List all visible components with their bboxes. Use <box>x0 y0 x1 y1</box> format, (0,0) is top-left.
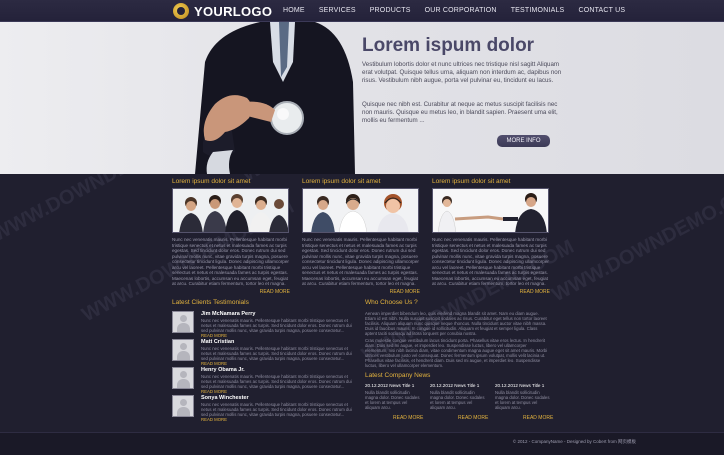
top-nav-bar: YOURLOGO HOME SERVICES PRODUCTS OUR CORP… <box>0 0 724 22</box>
feature-title: Lorem ipsum dolor sit amet <box>432 178 511 185</box>
hero-paragraph-2: Quisque nec nibh est. Curabitur at neque… <box>362 101 558 124</box>
feature-column-3: Lorem ipsum dolor sit amet Nunc nec vene… <box>432 178 550 295</box>
main-nav: HOME SERVICES PRODUCTS OUR CORPORATION T… <box>283 7 639 14</box>
read-more-link[interactable]: READ MORE <box>523 415 553 421</box>
avatar <box>172 339 194 361</box>
hero-banner: Lorem ispum dolor Vestibulum lobortis do… <box>0 22 724 174</box>
nav-home[interactable]: HOME <box>283 7 305 14</box>
testimonial-name: Sonya Winchester <box>201 395 249 401</box>
testimonial-text: Nunc nec venenatis mauris. Pellentesque … <box>201 402 352 422</box>
hero-title: Lorem ispum dolor <box>362 35 535 56</box>
testimonial-text: Nunc nec venenatis mauris. Pellentesque … <box>201 318 352 338</box>
avatar <box>172 367 194 389</box>
feature-title: Lorem ipsum dolor sit amet <box>302 178 381 185</box>
read-more-link[interactable]: READ MORE <box>432 289 550 295</box>
read-more-link[interactable]: READ MORE <box>201 333 227 338</box>
testimonial-text: Nunc nec venenatis mauris. Pellentesque … <box>201 374 352 394</box>
read-more-link[interactable]: READ MORE <box>172 289 290 295</box>
feature-title: Lorem ipsum dolor sit amet <box>172 178 251 185</box>
testimonial-item: Sonya Winchester Nunc nec venenatis maur… <box>172 395 357 422</box>
testimonial-text: Nunc nec venenatis mauris. Pellentesque … <box>201 346 352 366</box>
why-paragraph-1: Aenean imperdiet bibendum leo, quis elei… <box>365 311 547 336</box>
more-info-button[interactable]: MORE INFO <box>497 135 550 147</box>
news-title: Latest Company News <box>365 372 431 379</box>
read-more-link[interactable]: READ MORE <box>458 415 488 421</box>
read-more-link[interactable]: READ MORE <box>201 417 227 422</box>
copyright-text: © 2012 - CompanyName - Designed by Cober… <box>512 439 636 444</box>
logo[interactable]: YOURLOGO <box>173 3 272 19</box>
news-text: Nulla blandit sollicitudin magna dolor. … <box>430 390 485 410</box>
testimonial-item: Jim McNamara Perry Nunc nec venenatis ma… <box>172 311 357 338</box>
feature-column-1: Lorem ipsum dolor sit amet Nunc nec vene… <box>172 178 290 295</box>
read-more-link[interactable]: READ MORE <box>201 389 227 394</box>
avatar <box>172 395 194 417</box>
news-item: 20.12.2012 News Title 1 Nulla blandit so… <box>495 383 552 410</box>
logo-icon <box>173 3 189 19</box>
testimonials-title: Latest Clients Testimonials <box>172 299 249 306</box>
testimonial-item: Henry Obama Jr. Nunc nec venenatis mauri… <box>172 367 357 394</box>
read-more-link[interactable]: READ MORE <box>302 289 420 295</box>
watermark: WWW.DOWNDEMO.COM <box>548 175 724 307</box>
news-item: 20.12.2012 News Title 1 Nulla blandit so… <box>365 383 422 410</box>
news-date[interactable]: 20.12.2012 News Title 1 <box>430 383 487 388</box>
testimonial-name: Henry Obama Jr. <box>201 367 245 373</box>
handshake-photo <box>432 188 549 233</box>
news-text: Nulla blandit sollicitudin magna dolor. … <box>495 390 550 410</box>
testimonial-name: Jim McNamara Perry <box>201 311 256 317</box>
team-photo <box>172 188 289 233</box>
nav-contact-us[interactable]: CONTACT US <box>578 7 625 14</box>
nav-services[interactable]: SERVICES <box>319 7 356 14</box>
news-item: 20.12.2012 News Title 1 Nulla blandit so… <box>430 383 487 410</box>
support-team-photo <box>302 188 419 233</box>
avatar <box>172 311 194 333</box>
news-date[interactable]: 20.12.2012 News Title 1 <box>365 383 422 388</box>
read-more-link[interactable]: READ MORE <box>201 361 227 366</box>
nav-testimonials[interactable]: TESTIMONIALS <box>511 7 565 14</box>
news-date[interactable]: 20.12.2012 News Title 1 <box>495 383 552 388</box>
nav-products[interactable]: PRODUCTS <box>370 7 411 14</box>
footer: © 2012 - CompanyName - Designed by Cober… <box>0 432 724 455</box>
testimonial-item: Matt Cristian Nunc nec venenatis mauris.… <box>172 339 357 366</box>
testimonial-name: Matt Cristian <box>201 339 235 345</box>
hero-paragraph-1: Vestibulum lobortis dolor et nunc ultric… <box>362 61 562 84</box>
why-choose-title: Who Choose Us ? <box>365 299 418 306</box>
why-paragraph-2: Cras molestie congue vestibulum lacus ti… <box>365 338 548 368</box>
nav-our-corporation[interactable]: OUR CORPORATION <box>425 7 497 14</box>
feature-text: Nunc nec venenatis mauris. Pellentesque … <box>302 237 419 286</box>
feature-column-2: Lorem ipsum dolor sit amet Nunc nec vene… <box>302 178 420 295</box>
logo-text: YOURLOGO <box>194 3 273 19</box>
feature-text: Nunc nec venenatis mauris. Pellentesque … <box>172 237 289 286</box>
read-more-link[interactable]: READ MORE <box>393 415 423 421</box>
news-text: Nulla blandit sollicitudin magna dolor. … <box>365 390 420 410</box>
feature-text: Nunc nec venenatis mauris. Pellentesque … <box>432 237 549 286</box>
businessman-image <box>195 22 355 174</box>
